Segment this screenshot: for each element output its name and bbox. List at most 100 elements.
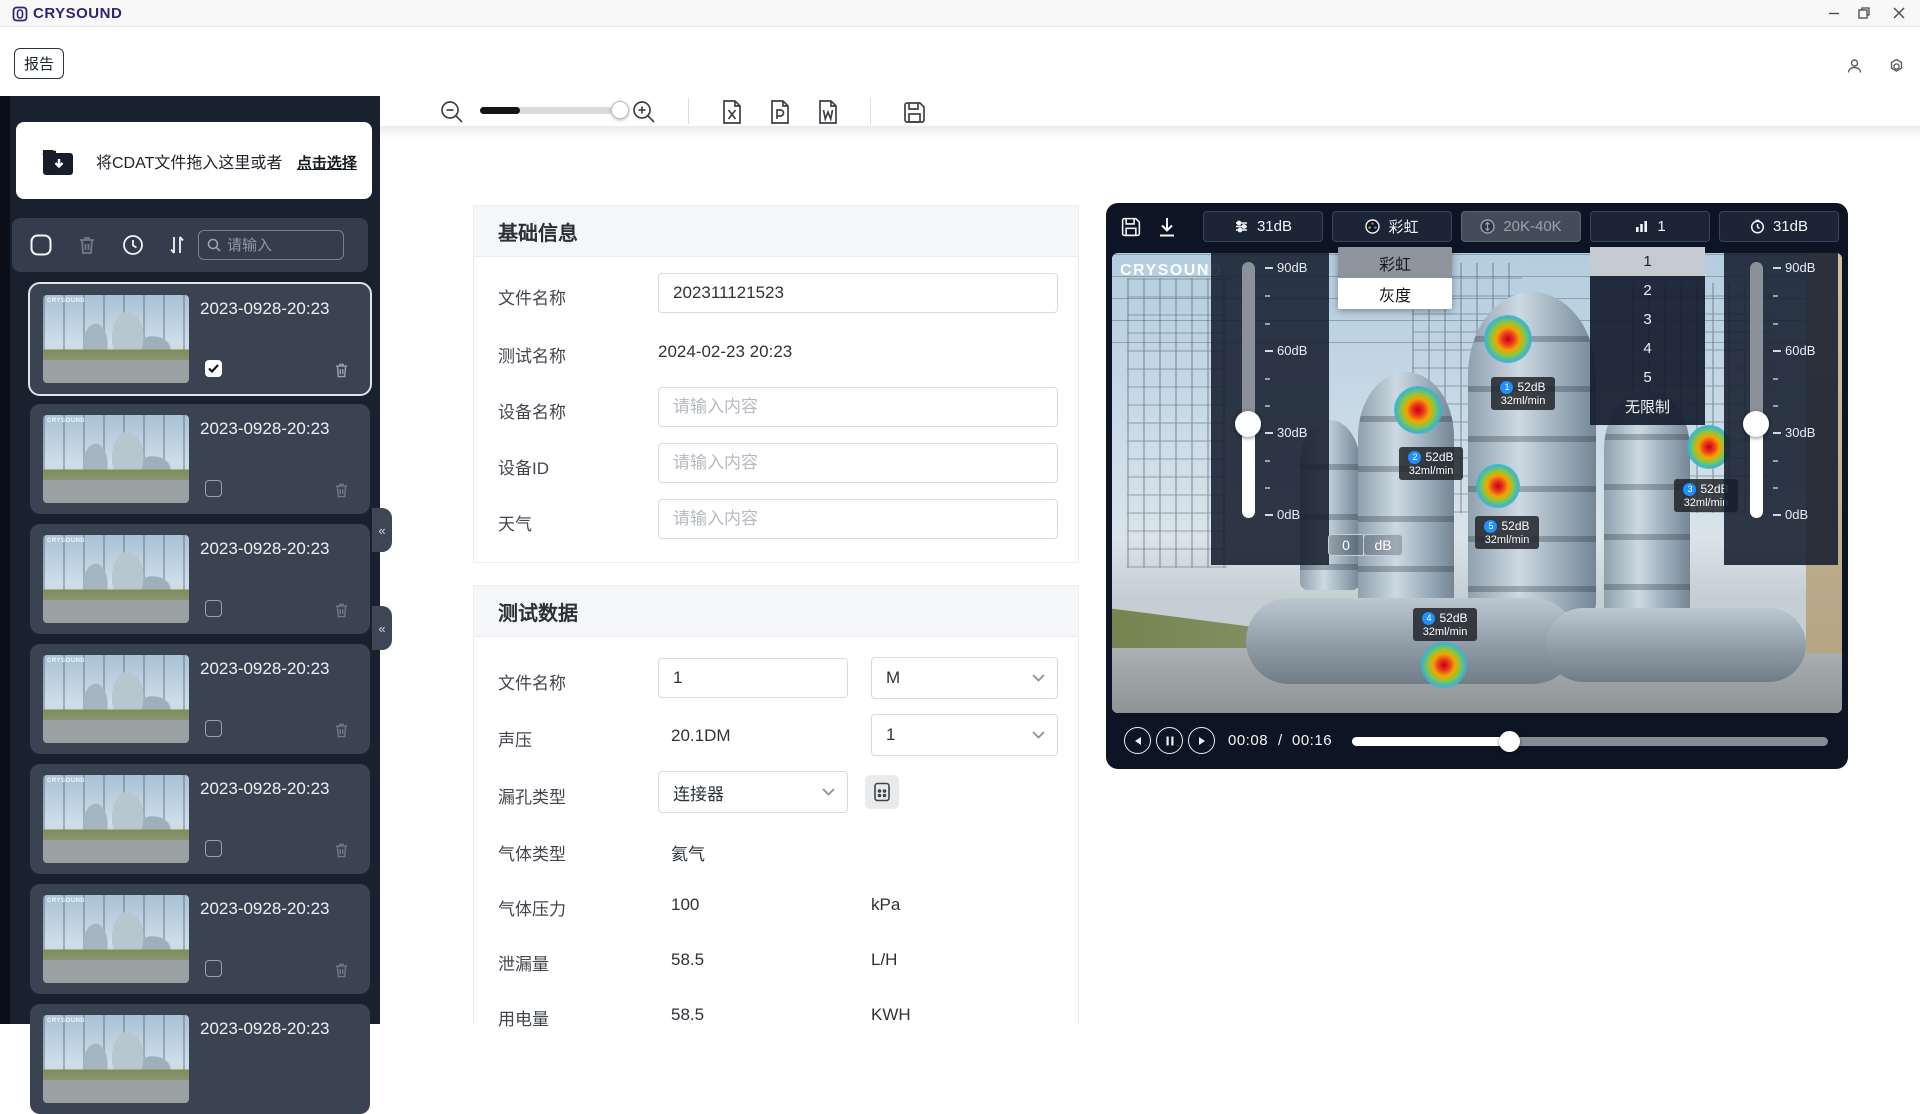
delete-selected-button[interactable] [74, 232, 100, 258]
dropzone-select-link[interactable]: 点击选择 [297, 155, 357, 172]
export-pdf-button[interactable] [766, 98, 794, 126]
search-box [198, 230, 344, 260]
history-button[interactable] [120, 232, 146, 258]
save-icon [902, 100, 927, 125]
test-file-name-input[interactable] [658, 658, 848, 698]
menu-item[interactable]: 5 [1590, 363, 1705, 392]
tick [1265, 350, 1273, 352]
sidebar-collapse-handle[interactable]: « [372, 606, 392, 650]
test-data-panel: 测试数据 文件名称 M 声压 20.1DM 1 漏孔类型 连接器 气体类型 氦气… [473, 585, 1079, 1024]
item-checkbox[interactable] [205, 840, 222, 857]
zoom-slider[interactable] [480, 107, 612, 114]
list-item[interactable]: CRYSOUND 2023-0928-20:23 [30, 764, 370, 874]
source-count-button[interactable]: 1 [1590, 211, 1710, 242]
file-name-input[interactable] [658, 273, 1058, 313]
save-frame-button[interactable] [1118, 214, 1144, 240]
menu-item-grayscale[interactable]: 灰度 [1338, 278, 1452, 309]
menu-item[interactable]: 4 [1590, 334, 1705, 363]
calculator-button[interactable] [865, 775, 899, 809]
menu-item-rainbow[interactable]: 彩虹 [1338, 247, 1452, 278]
search-input[interactable] [227, 237, 335, 254]
zoom-in-button[interactable] [630, 98, 658, 126]
db-range-button[interactable]: 31dB [1203, 211, 1323, 242]
prev-frame-button[interactable] [1124, 727, 1151, 754]
sort-button[interactable] [164, 232, 190, 258]
list-item[interactable]: CRYSOUND 2023-0928-20:23 [30, 404, 370, 514]
menu-item[interactable]: 2 [1590, 276, 1705, 305]
item-delete-button[interactable] [333, 482, 350, 499]
app-logo-text: CRYSOUND [33, 5, 122, 22]
list-item[interactable]: CRYSOUND 2023-0928-20:23 [30, 1004, 370, 1114]
item-date: 2023-0928-20:23 [200, 899, 330, 919]
sidebar: 将CDAT文件拖入这里或者 点击选择 [10, 96, 380, 1024]
item-checkbox[interactable] [205, 720, 222, 737]
db-scale-right: 90dB 60dB 30dB 0dB [1724, 253, 1838, 565]
time-db-button[interactable]: 31dB [1719, 211, 1839, 242]
seek-bar[interactable] [1352, 737, 1828, 746]
item-checkbox[interactable] [205, 480, 222, 497]
gear-icon [1888, 58, 1905, 75]
export-word-button[interactable] [814, 98, 842, 126]
tick [1265, 267, 1273, 269]
export-excel-button[interactable] [718, 98, 746, 126]
download-button[interactable] [1154, 214, 1180, 240]
zoom-slider-thumb[interactable] [611, 101, 629, 119]
select-all-checkbox[interactable] [28, 232, 54, 258]
pause-button[interactable] [1156, 727, 1183, 754]
seek-bar-thumb[interactable] [1499, 731, 1520, 752]
leak-marker: 252dB 32ml/min [1399, 447, 1463, 480]
tick-label: 60dB [1785, 343, 1815, 358]
file-dropzone[interactable]: 将CDAT文件拖入这里或者 点击选择 [16, 122, 372, 199]
trash-icon [333, 842, 350, 859]
frequency-range-button[interactable]: 20K-40K [1461, 211, 1581, 242]
save-button[interactable] [900, 98, 928, 126]
item-delete-button[interactable] [333, 842, 350, 859]
user-button[interactable] [1844, 56, 1864, 76]
zoom-out-button[interactable] [438, 98, 466, 126]
list-item[interactable]: CRYSOUND 2023-0928-20:23 [30, 524, 370, 634]
device-name-input[interactable] [658, 387, 1058, 427]
power-usage-value: 58.5 [671, 1005, 704, 1025]
db-threshold-input[interactable]: 0 dB [1328, 534, 1403, 556]
item-checkbox[interactable] [205, 600, 222, 617]
list-item[interactable]: CRYSOUND 2023-0928-20:23 [30, 884, 370, 994]
maximize-button[interactable] [1849, 0, 1879, 26]
channel-select[interactable]: 1 [871, 714, 1058, 756]
report-button[interactable]: 报告 [14, 48, 64, 79]
db-slider-thumb[interactable] [1235, 411, 1261, 437]
menu-item[interactable]: 无限制 [1590, 392, 1705, 421]
leak-type-select[interactable]: 连接器 [658, 771, 848, 813]
item-delete-button[interactable] [333, 722, 350, 739]
tick [1773, 460, 1778, 462]
list-item[interactable]: CRYSOUND 2023-0928-20:23 [30, 644, 370, 754]
color-scheme-button[interactable]: 彩虹 [1332, 211, 1452, 242]
pause-icon [1166, 736, 1174, 746]
unit-select[interactable]: M [871, 657, 1058, 699]
device-id-input[interactable] [658, 443, 1058, 483]
item-checkbox[interactable] [205, 960, 222, 977]
minimize-button[interactable] [1819, 0, 1849, 26]
weather-input[interactable] [658, 499, 1058, 539]
leak-heat-blob [1421, 642, 1467, 688]
sidebar-collapse-handle[interactable]: « [372, 508, 392, 552]
item-delete-button[interactable] [333, 362, 350, 379]
settings-button[interactable] [1886, 56, 1906, 76]
db-slider-track[interactable] [1750, 262, 1763, 518]
playback-bar: 00:08 / 00:16 [1106, 713, 1848, 769]
close-button[interactable] [1884, 0, 1914, 26]
item-delete-button[interactable] [333, 602, 350, 619]
tick [1265, 295, 1270, 297]
item-checkbox[interactable] [205, 360, 222, 377]
menu-item[interactable]: 3 [1590, 305, 1705, 334]
chevron-down-icon [1032, 674, 1045, 682]
db-slider-thumb[interactable] [1743, 411, 1769, 437]
db-slider-track[interactable] [1242, 262, 1255, 518]
list-item[interactable]: CRYSOUND 2023-0928-20:23 [30, 284, 370, 394]
item-delete-button[interactable] [333, 962, 350, 979]
menu-item[interactable]: 1 [1590, 247, 1705, 276]
next-frame-button[interactable] [1188, 727, 1215, 754]
save-icon [1120, 216, 1142, 238]
user-icon [1846, 58, 1863, 75]
threshold-value[interactable]: 0 [1328, 534, 1364, 556]
field-label: 漏孔类型 [498, 783, 566, 808]
